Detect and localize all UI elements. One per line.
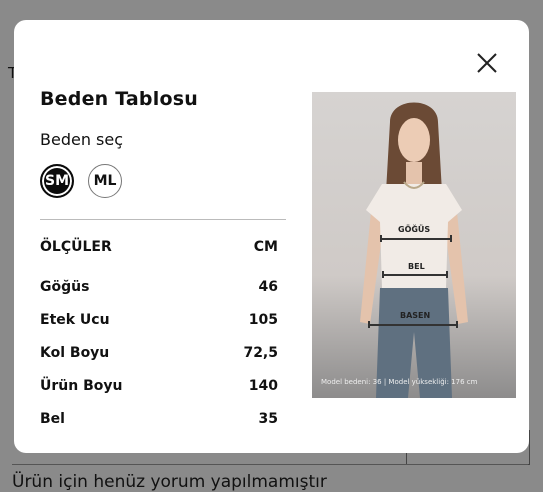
model-measurement-image: GÖĞÜS BEL BASEN Model bedeni: 36 | Model…: [312, 92, 516, 398]
row-value: 105: [248, 312, 278, 328]
background-divider: [12, 464, 528, 465]
chest-label: GÖĞÜS: [398, 225, 431, 234]
row-value: 35: [258, 411, 278, 427]
table-row: Etek Ucu 105: [40, 312, 278, 328]
waist-line: [382, 274, 448, 276]
tick: [380, 235, 382, 242]
row-label: Ürün Boyu: [40, 378, 123, 394]
unit-header: CM: [253, 239, 278, 255]
chest-line: [380, 238, 452, 240]
row-value: 46: [258, 279, 278, 295]
model-caption: Model bedeni: 36 | Model yüksekliği: 176…: [321, 378, 478, 386]
row-value: 72,5: [243, 345, 278, 361]
row-label: Etek Ucu: [40, 312, 110, 328]
row-label: Kol Boyu: [40, 345, 110, 361]
table-row: Ürün Boyu 140: [40, 378, 278, 394]
modal-title: Beden Tablosu: [40, 88, 198, 110]
size-chart-modal: Beden Tablosu Beden seç SM ML ÖLÇÜLER CM…: [14, 20, 529, 453]
table-row: Kol Boyu 72,5: [40, 345, 278, 361]
size-option-sm[interactable]: SM: [40, 164, 74, 198]
tick: [446, 271, 448, 278]
tick: [368, 321, 370, 328]
tick: [382, 271, 384, 278]
hip-line: [368, 324, 458, 326]
size-select-label: Beden seç: [40, 130, 124, 149]
no-reviews-text: Ürün için henüz yorum yapılmamıştır: [12, 472, 327, 492]
close-button[interactable]: [474, 50, 500, 76]
row-label: Göğüs: [40, 279, 90, 295]
tick: [450, 235, 452, 242]
hip-label: BASEN: [400, 311, 431, 320]
measurements-header: ÖLÇÜLER: [40, 239, 112, 255]
row-value: 140: [248, 378, 278, 394]
tick: [456, 321, 458, 328]
close-icon: [477, 53, 497, 73]
divider: [40, 219, 286, 220]
table-header: ÖLÇÜLER CM: [40, 239, 278, 255]
size-option-ml[interactable]: ML: [88, 164, 122, 198]
waist-label: BEL: [408, 262, 425, 271]
table-row: Bel 35: [40, 411, 278, 427]
row-label: Bel: [40, 411, 65, 427]
table-row: Göğüs 46: [40, 279, 278, 295]
model-illustration: [360, 102, 468, 398]
